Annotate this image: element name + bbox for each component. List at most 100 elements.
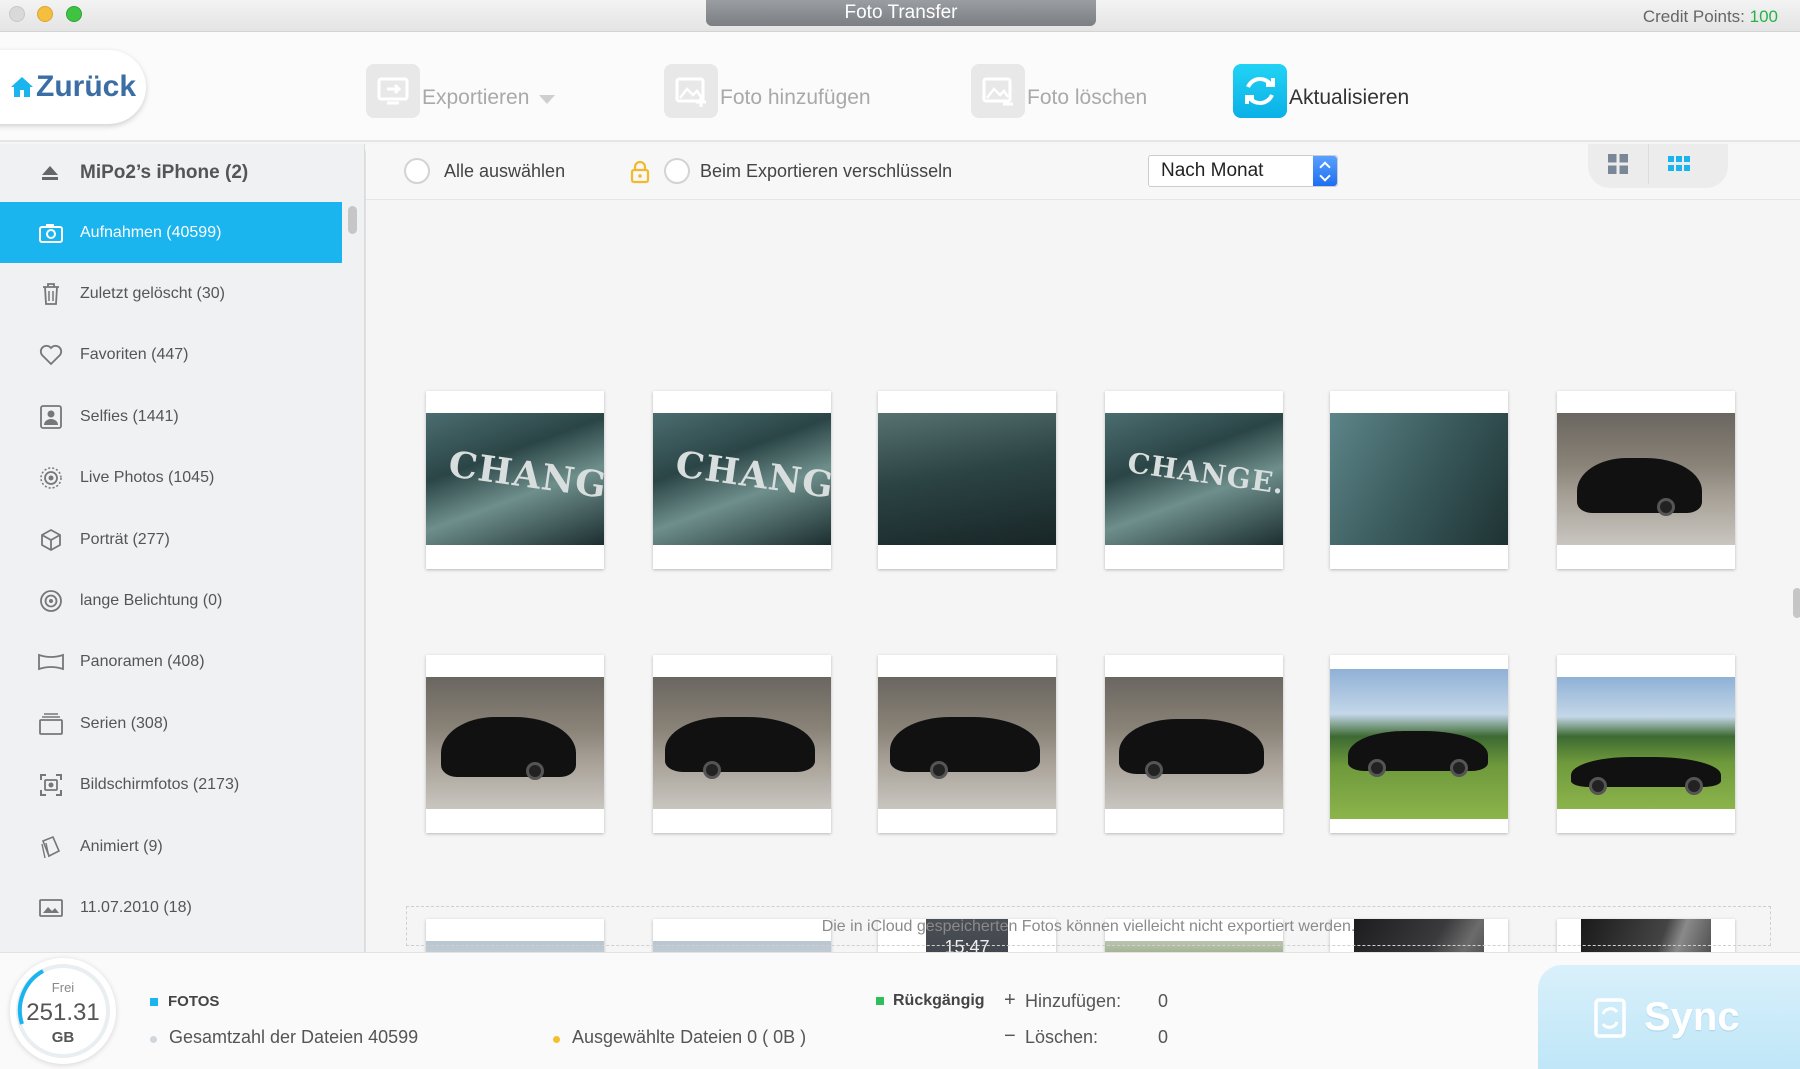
sidebar-item-label: Bildschirmfotos (2173)	[80, 776, 240, 794]
undo-button[interactable]: Rückgängig	[893, 992, 985, 1010]
undo-marker	[876, 997, 884, 1005]
sidebar-item-label: Favoriten (447)	[80, 346, 189, 364]
photo-grid: CHANGE. CHANGE. CHANGE. 15:47	[366, 200, 1786, 952]
photo-thumbnail[interactable]	[1557, 391, 1735, 569]
panorama-icon	[38, 649, 64, 675]
credit-points: Credit Points: 100	[1643, 7, 1778, 27]
sidebar-item-animiert[interactable]: Animiert (9)	[0, 816, 342, 877]
eject-icon[interactable]	[40, 164, 60, 182]
cube-icon	[38, 527, 64, 553]
sidebar-item-selfies[interactable]: Selfies (1441)	[0, 386, 342, 447]
photo-thumbnail[interactable]: CHANGE.	[1105, 391, 1283, 569]
sidebar-item-zuletzt-geloescht[interactable]: Zuletzt gelöscht (30)	[0, 263, 342, 324]
sidebar-item-live-photos[interactable]: Live Photos (1045)	[0, 448, 342, 509]
add-photo-button[interactable]: Foto hinzufügen	[664, 62, 871, 120]
total-marker	[150, 1036, 157, 1043]
sidebar-item-favoriten[interactable]: Favoriten (447)	[0, 325, 342, 386]
selected-files: Ausgewählte Dateien 0 ( 0B )	[572, 1027, 807, 1047]
photo-thumbnail[interactable]	[1330, 655, 1508, 833]
home-icon	[11, 77, 33, 97]
storage-unit: GB	[51, 1029, 75, 1046]
sidebar-item-lange-belichtung[interactable]: lange Belichtung (0)	[0, 570, 342, 631]
sidebar-item-serien[interactable]: Serien (308)	[0, 693, 342, 754]
view-switcher	[1588, 144, 1728, 188]
sidebar-item-label: 11.07.2010 (18)	[80, 898, 192, 916]
window-maximize-button[interactable]	[66, 6, 82, 22]
trash-icon	[38, 281, 64, 307]
lock-icon	[630, 160, 650, 184]
sidebar-item-label: Animiert (9)	[80, 837, 163, 855]
sync-button[interactable]: Sync	[1538, 965, 1800, 1069]
sidebar-item-portraet[interactable]: Porträt (277)	[0, 509, 342, 570]
back-label: Zurück	[36, 70, 137, 103]
sidebar-scrollbar[interactable]	[348, 206, 357, 234]
photo-thumbnail[interactable]	[878, 391, 1056, 569]
select-all-checkbox[interactable]	[404, 158, 430, 184]
small-grid-icon	[1667, 156, 1690, 171]
photo-panel: Alle auswählen Beim Exportieren verschlü…	[365, 144, 1800, 952]
refresh-icon	[1233, 64, 1287, 118]
screenshot-icon	[38, 772, 64, 798]
portrait-frame-icon	[38, 404, 64, 430]
credit-points-value: 100	[1749, 7, 1778, 26]
window-title: Foto Transfer	[706, 0, 1096, 26]
photo-thumbnail[interactable]: CHANGE.	[426, 391, 604, 569]
album-list: Aufnahmen (40599) Zuletzt gelöscht (30) …	[0, 202, 342, 939]
refresh-button[interactable]: Aktualisieren	[1233, 62, 1409, 120]
toolbar: Zurück Exportieren Foto hinzufügen Foto …	[0, 32, 1800, 142]
sidebar-item-aufnahmen[interactable]: Aufnahmen (40599)	[0, 202, 342, 264]
sort-select[interactable]: Nach Monat	[1148, 155, 1338, 187]
storage-gauge: Frei 251.31 GB	[10, 958, 116, 1064]
delete-count-label: Löschen:	[1025, 1027, 1099, 1047]
photo-thumbnail[interactable]	[878, 655, 1056, 833]
heart-icon	[38, 342, 64, 368]
add-count-value: 0	[1158, 991, 1169, 1011]
section-label: FOTOS	[168, 993, 220, 1010]
burst-icon	[38, 711, 64, 737]
encrypt-label: Beim Exportieren verschlüsseln	[700, 161, 953, 181]
large-grid-view-button[interactable]	[1588, 144, 1648, 184]
encrypt-checkbox[interactable]	[664, 158, 690, 184]
photo-thumbnail[interactable]: CHANGE.	[653, 391, 831, 569]
back-button[interactable]: Zurück	[0, 50, 146, 124]
large-grid-icon	[1608, 154, 1628, 174]
sidebar-item-label: Selfies (1441)	[80, 407, 179, 425]
live-photo-icon	[38, 465, 64, 491]
options-bar: Alle auswählen Beim Exportieren verschlü…	[366, 144, 1800, 200]
small-grid-view-button[interactable]	[1648, 144, 1708, 184]
photo-thumbnail[interactable]	[1557, 655, 1735, 833]
device-header[interactable]: MiPo2’s iPhone (2)	[0, 144, 342, 202]
export-label: Exportieren	[422, 86, 530, 109]
sync-icon	[1594, 997, 1626, 1038]
credit-points-label: Credit Points:	[1642, 7, 1745, 26]
sidebar-item-panoramen[interactable]: Panoramen (408)	[0, 632, 342, 693]
long-exposure-icon	[38, 588, 64, 614]
select-arrows-icon	[1313, 156, 1337, 186]
delete-photo-button[interactable]: Foto löschen	[971, 62, 1147, 120]
sidebar-item-label: lange Belichtung (0)	[80, 592, 223, 610]
window-close-button[interactable]	[9, 6, 25, 22]
title-bar: Foto Transfer Credit Points: 100	[0, 0, 1800, 32]
sidebar-item-label: Porträt (277)	[80, 530, 170, 548]
fotos-marker	[150, 998, 158, 1006]
add-photo-icon	[664, 64, 718, 118]
photo-thumbnail[interactable]	[653, 655, 831, 833]
window-minimize-button[interactable]	[37, 6, 53, 22]
refresh-label: Aktualisieren	[1289, 86, 1410, 109]
plus-icon: +	[1004, 989, 1016, 1011]
grid-scrollbar[interactable]	[1793, 588, 1800, 618]
storage-free-label: Frei	[51, 980, 75, 995]
sidebar: MiPo2’s iPhone (2) Aufnahmen (40599) Zul…	[0, 144, 365, 952]
sidebar-item-bildschirmfotos[interactable]: Bildschirmfotos (2173)	[0, 755, 342, 816]
storage-free-value: 251.31	[26, 999, 100, 1026]
export-icon	[366, 64, 420, 118]
delete-photo-icon	[971, 64, 1025, 118]
export-button[interactable]: Exportieren	[366, 62, 556, 120]
sidebar-item-11-07-2010[interactable]: 11.07.2010 (18)	[0, 877, 342, 938]
chevron-down-icon[interactable]	[539, 94, 556, 104]
photo-thumbnail[interactable]	[426, 655, 604, 833]
total-files: Gesamtzahl der Dateien 40599	[169, 1027, 419, 1047]
photo-thumbnail[interactable]	[1105, 655, 1283, 833]
photo-thumbnail[interactable]	[1330, 391, 1508, 569]
sync-label: Sync	[1644, 995, 1740, 1039]
